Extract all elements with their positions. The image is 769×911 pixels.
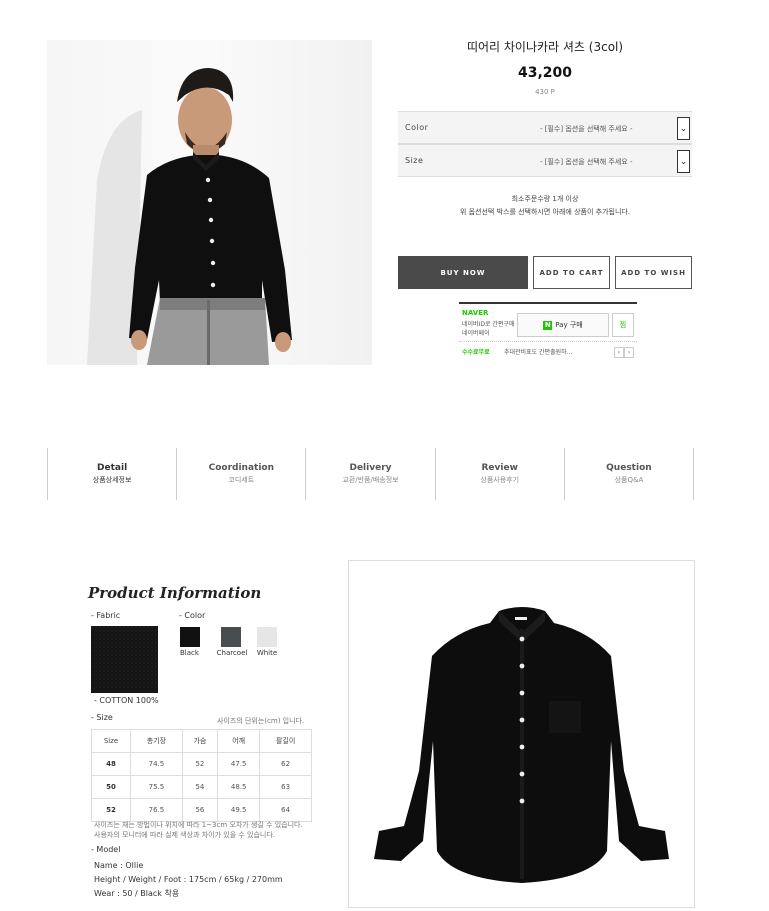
table-cell: 54 <box>181 775 219 799</box>
color-select-value: - [필수] 옵션을 선택해 주세요 - <box>540 124 633 133</box>
fabric-label: - Fabric <box>91 611 121 620</box>
chevron-right-icon[interactable]: › <box>624 347 634 358</box>
naver-pay-box: NAVER 네이버ID로 간편구매 네이버페이 N Pay 구매 찜 수수료무료… <box>459 302 637 360</box>
color-swatches: Black Charcoel White <box>180 627 281 657</box>
size-select-value: - [필수] 옵션을 선택해 주세요 - <box>540 157 633 166</box>
buy-now-button[interactable]: BUY NOW <box>398 256 528 289</box>
tab-label: Detail <box>97 463 128 473</box>
product-flat-image[interactable] <box>348 560 695 908</box>
option-notice: 위 옵션선택 박스를 선택하시면 아래에 상품이 추가됩니다. <box>459 208 631 216</box>
color-note: 사용자의 모니터에 따라 실제 색상과 차이가 있을 수 있습니다. <box>94 831 276 839</box>
size-select[interactable]: - [필수] 옵션을 선택해 주세요 - ⌄ <box>518 150 690 173</box>
model-wear: Wear : 50 / Black 착용 <box>94 889 180 898</box>
model-measurements: Height / Weight / Foot : 175cm / 65kg / … <box>94 875 283 884</box>
table-cell: 50 <box>90 775 132 799</box>
naver-logo: NAVER <box>462 309 489 317</box>
table-cell: 52 <box>181 752 219 776</box>
tab-detail[interactable]: Detail 상품상세정보 <box>47 448 176 500</box>
chevron-down-icon[interactable]: ⌄ <box>677 150 690 173</box>
size-table: Size 총기장 가슴 어깨 팔길이 48 74.5 52 47.5 62 50… <box>90 729 312 822</box>
swatch-black: Black <box>180 627 208 657</box>
option-row-color: Color - [필수] 옵션을 선택해 주세요 - ⌄ <box>398 111 692 144</box>
table-header: 어깨 <box>217 729 261 753</box>
chevron-down-icon[interactable]: ⌄ <box>677 117 690 140</box>
table-cell: 63 <box>259 775 312 799</box>
size-note: 사이즈는 재는 방법이나 위치에 따라 1~3cm 오차가 생길 수 있습니다. <box>94 821 303 829</box>
table-cell: 64 <box>259 798 312 822</box>
table-cell: 56 <box>181 798 219 822</box>
table-header-row: Size 총기장 가슴 어깨 팔길이 <box>90 729 312 753</box>
naver-promo-label: 수수료무료 <box>462 349 490 356</box>
table-header: Size <box>90 729 132 753</box>
model-name: Name : Ollie <box>94 861 144 870</box>
tab-label: Delivery <box>349 463 392 473</box>
table-cell: 48 <box>90 752 132 776</box>
swatch-label: Black <box>180 649 199 657</box>
table-cell: 75.5 <box>130 775 183 799</box>
min-order-notice: 최소주문수량 1개 이상 <box>511 195 579 203</box>
table-header: 팔길이 <box>259 729 312 753</box>
size-label: - Size <box>91 713 113 722</box>
tab-sublabel: 상품상세정보 <box>92 476 132 484</box>
table-header: 가슴 <box>181 729 219 753</box>
tab-sublabel: 교환/반품/배송정보 <box>342 476 399 484</box>
table-header: 총기장 <box>130 729 183 753</box>
table-cell: 52 <box>90 798 132 822</box>
swatch-white: White <box>253 627 281 657</box>
naver-promo-text[interactable]: 추대관비표도 간편출원하… <box>504 347 573 356</box>
tab-sublabel: 상품사용후기 <box>480 476 520 484</box>
table-row: 52 76.5 56 49.5 64 <box>90 798 312 822</box>
table-cell: 62 <box>259 752 312 776</box>
model-label: - Model <box>91 845 121 854</box>
chevron-left-icon[interactable]: ‹ <box>614 347 624 358</box>
tab-label: Review <box>481 463 518 473</box>
naver-pay-button[interactable]: N Pay 구매 <box>517 313 609 337</box>
tab-label: Coordination <box>208 463 274 473</box>
option-label-size: Size <box>405 156 424 165</box>
table-cell: 48.5 <box>217 775 261 799</box>
naver-n-icon: N <box>543 320 553 330</box>
swatch-label: White <box>256 649 278 657</box>
table-row: 48 74.5 52 47.5 62 <box>90 752 312 776</box>
naver-pay-label: Pay 구매 <box>555 321 583 329</box>
option-row-size: Size - [필수] 옵션을 선택해 주세요 - ⌄ <box>398 144 692 177</box>
fabric-value: - COTTON 100% <box>94 696 159 705</box>
naver-jjim-button[interactable]: 찜 <box>612 313 634 337</box>
tab-coordination[interactable]: Coordination 코디세트 <box>176 448 305 500</box>
color-swatch <box>257 627 277 647</box>
tab-review[interactable]: Review 상품사용후기 <box>434 448 564 500</box>
product-main-image[interactable] <box>47 40 372 365</box>
product-points: 430 P <box>535 88 555 96</box>
option-label-color: Color <box>405 123 429 132</box>
naver-pay-desc: 네이버ID로 간편구매 <box>462 321 515 328</box>
color-swatch <box>221 627 241 647</box>
product-information-title: Product Information <box>88 584 262 602</box>
add-to-cart-button[interactable]: ADD TO CART <box>533 256 610 289</box>
swatch-charcoal: Charcoel <box>213 627 251 657</box>
add-to-wish-button[interactable]: ADD TO WISH <box>615 256 692 289</box>
tab-delivery[interactable]: Delivery 교환/반품/배송정보 <box>305 448 434 500</box>
table-cell: 76.5 <box>130 798 183 822</box>
table-cell: 47.5 <box>217 752 261 776</box>
tab-sublabel: 코디세트 <box>228 476 255 484</box>
swatch-label: Charcoel <box>216 649 248 657</box>
size-unit-note: 사이즈의 단위는(cm) 입니다. <box>217 717 305 725</box>
tab-question[interactable]: Question 상품Q&A <box>563 448 695 500</box>
color-select[interactable]: - [필수] 옵션을 선택해 주세요 - ⌄ <box>518 117 690 140</box>
divider <box>459 341 637 342</box>
fabric-swatch <box>91 626 158 693</box>
tab-label: Question <box>606 463 652 473</box>
product-name: 띠어리 차이나카라 셔츠 (3col) <box>466 40 624 54</box>
product-price: 43,200 <box>517 65 573 81</box>
table-cell: 49.5 <box>217 798 261 822</box>
table-cell: 74.5 <box>130 752 183 776</box>
table-row: 50 75.5 54 48.5 63 <box>90 775 312 799</box>
tab-sublabel: 상품Q&A <box>614 476 644 484</box>
color-label: - Color <box>179 611 206 620</box>
detail-tabs: Detail 상품상세정보 Coordination 코디세트 Delivery… <box>47 448 695 500</box>
naver-pay-desc2: 네이버페이 <box>462 330 490 337</box>
color-swatch <box>180 627 200 647</box>
